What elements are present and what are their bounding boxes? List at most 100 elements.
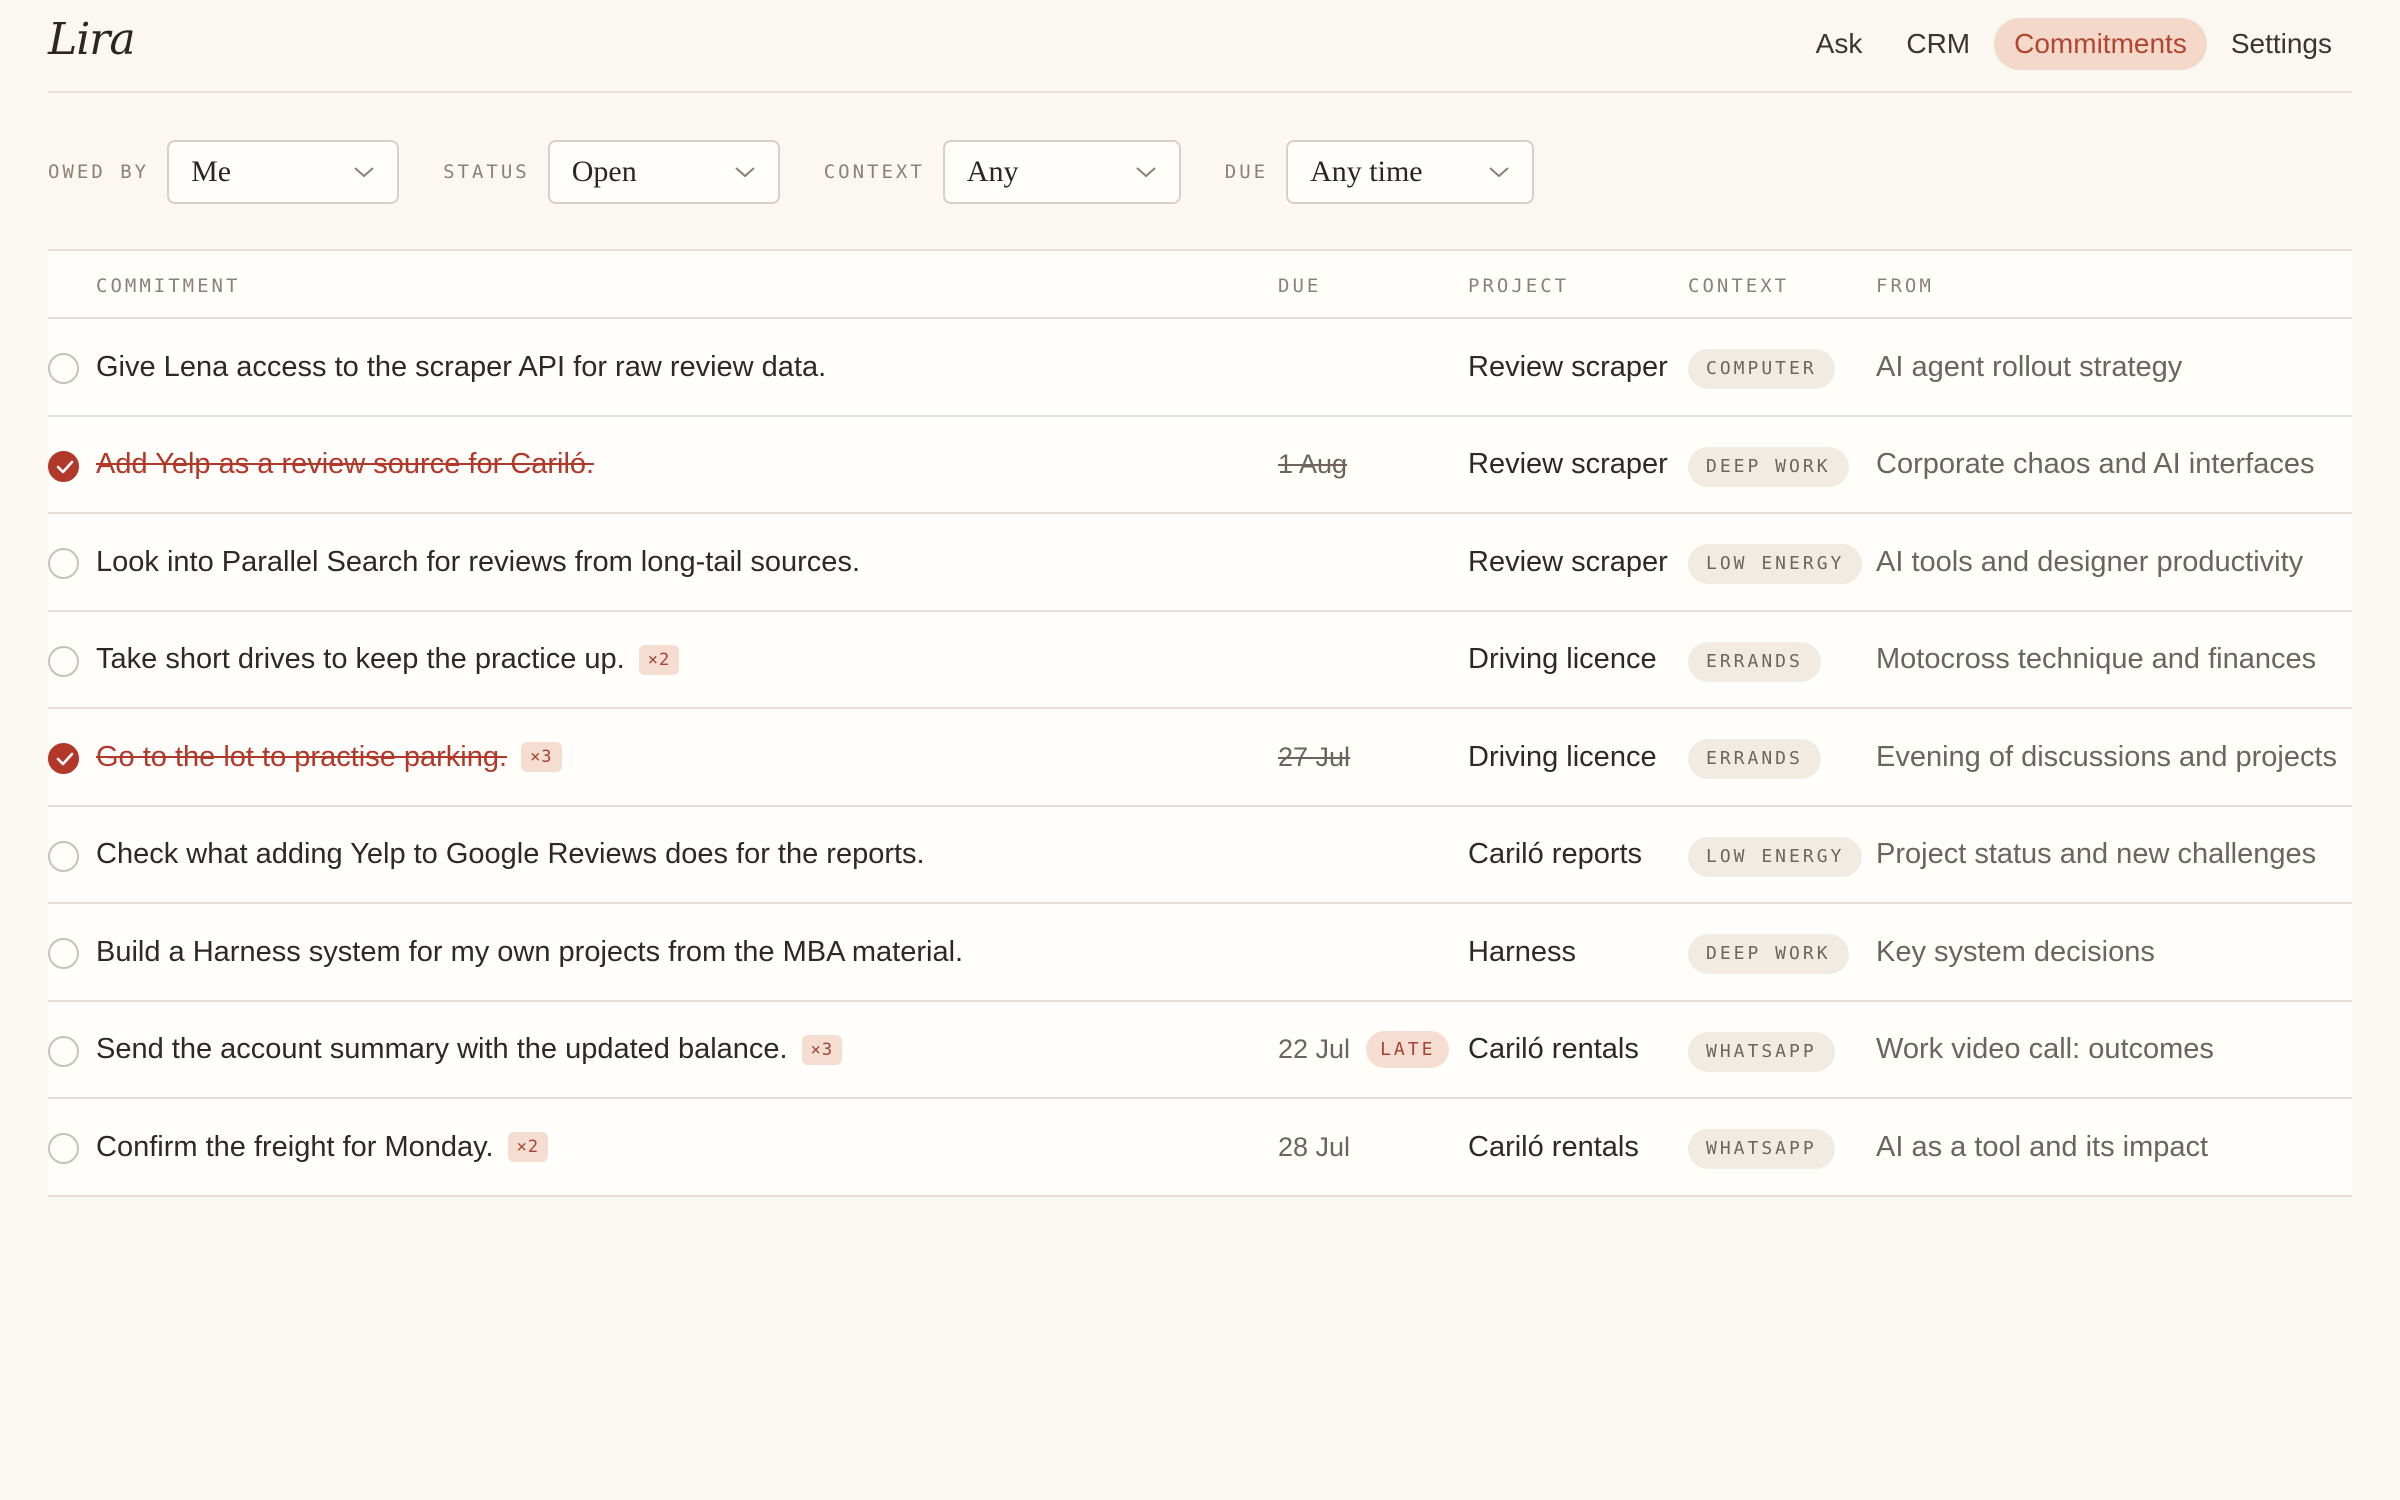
table-row[interactable]: Check what adding Yelp to Google Reviews…: [48, 807, 2352, 904]
complete-checkbox[interactable]: [48, 548, 79, 579]
table-row[interactable]: Confirm the freight for Monday. ×2 28 Ju…: [48, 1099, 2352, 1197]
complete-checkbox[interactable]: [48, 1035, 79, 1067]
commitment-text: Look into Parallel Search for reviews fr…: [96, 545, 860, 578]
complete-checkbox[interactable]: [48, 840, 79, 872]
table-row[interactable]: Take short drives to keep the practice u…: [48, 612, 2352, 709]
complete-checkbox[interactable]: [48, 1133, 79, 1164]
due-cell: 22 Jul LATE: [1278, 1002, 1450, 1098]
project-cell[interactable]: Driving licence: [1468, 709, 1657, 805]
commitment-text: Take short drives to keep the practice u…: [96, 643, 625, 675]
table-row[interactable]: Add Yelp as a review source for Cariló. …: [48, 417, 2352, 514]
filter-status-label: STATUS: [443, 161, 530, 183]
chevron-down-icon: [1489, 167, 1509, 178]
commitment-title[interactable]: Look into Parallel Search for reviews fr…: [96, 514, 860, 610]
from-cell[interactable]: AI tools and designer productivity: [1876, 514, 2303, 610]
status-value: Open: [571, 155, 637, 188]
commitment-title[interactable]: Send the account summary with the update…: [96, 1002, 843, 1098]
commitment-title[interactable]: Confirm the freight for Monday. ×2: [96, 1099, 549, 1195]
due-select[interactable]: Any time: [1286, 140, 1535, 204]
from-cell[interactable]: Project status and new challenges: [1876, 807, 2316, 903]
app-header: Lira Ask CRM Commitments Settings: [48, 0, 2352, 93]
due-cell: 27 Jul: [1278, 709, 1350, 805]
complete-checkbox[interactable]: [48, 353, 79, 384]
commitment-title[interactable]: Go to the lot to practise parking. ×3: [96, 709, 562, 805]
due-date: 27 Jul: [1278, 741, 1351, 772]
project-cell[interactable]: Cariló reports: [1468, 807, 1642, 903]
commitment-text: Build a Harness system for my own projec…: [96, 935, 964, 968]
project-cell[interactable]: Review scraper: [1468, 319, 1668, 415]
due-date: 28 Jul: [1278, 1131, 1351, 1162]
table-row[interactable]: Send the account summary with the update…: [48, 1002, 2352, 1099]
complete-checkbox[interactable]: [48, 743, 79, 774]
due-cell: 28 Jul: [1278, 1099, 1350, 1195]
late-badge: LATE: [1366, 1031, 1450, 1068]
repeat-count-badge: ×2: [638, 644, 680, 675]
from-cell[interactable]: Motocross technique and finances: [1876, 612, 2316, 708]
commitments-table: COMMITMENT DUE PROJECT CONTEXT FROM Give…: [48, 249, 2352, 1197]
complete-checkbox[interactable]: [48, 938, 79, 969]
table-body: Give Lena access to the scraper API for …: [48, 319, 2352, 1197]
nav-ask[interactable]: Ask: [1796, 18, 1883, 70]
project-cell[interactable]: Review scraper: [1468, 417, 1668, 513]
commitment-title[interactable]: Take short drives to keep the practice u…: [96, 612, 680, 708]
project-cell[interactable]: Driving licence: [1468, 612, 1657, 708]
commitment-text: Check what adding Yelp to Google Reviews…: [96, 838, 925, 870]
commitment-text: Send the account summary with the update…: [96, 1033, 788, 1065]
table-row[interactable]: Give Lena access to the scraper API for …: [48, 319, 2352, 417]
context-tag: WHATSAPP: [1688, 1031, 1835, 1072]
from-cell[interactable]: Work video call: outcomes: [1876, 1002, 2214, 1098]
filter-status: STATUS Open: [443, 140, 780, 204]
repeat-count-badge: ×3: [801, 1034, 843, 1065]
header-due[interactable]: DUE: [1278, 275, 1321, 297]
checkmark-icon: [56, 752, 74, 766]
commitment-title[interactable]: Add Yelp as a review source for Cariló.: [96, 417, 594, 513]
from-cell[interactable]: AI as a tool and its impact: [1876, 1099, 2208, 1195]
table-header: COMMITMENT DUE PROJECT CONTEXT FROM: [48, 251, 2352, 319]
context-tag: ERRANDS: [1688, 739, 1821, 779]
table-row[interactable]: Build a Harness system for my own projec…: [48, 904, 2352, 1002]
from-cell[interactable]: AI agent rollout strategy: [1876, 319, 2182, 415]
project-cell[interactable]: Cariló rentals: [1468, 1099, 1639, 1195]
chevron-down-icon: [1136, 167, 1156, 178]
owed-by-select[interactable]: Me: [167, 140, 400, 204]
header-context[interactable]: CONTEXT: [1688, 275, 1789, 297]
nav-commitments[interactable]: Commitments: [1994, 18, 2207, 70]
filter-context: CONTEXT Any: [824, 140, 1181, 204]
context-tag: WHATSAPP: [1688, 1129, 1835, 1169]
from-cell[interactable]: Key system decisions: [1876, 904, 2155, 1000]
commitment-text: Give Lena access to the scraper API for …: [96, 350, 827, 383]
filter-due: DUE Any time: [1224, 140, 1535, 204]
due-date: 22 Jul: [1278, 1034, 1351, 1064]
chevron-down-icon: [735, 167, 755, 178]
nav-crm[interactable]: CRM: [1886, 18, 1990, 70]
from-cell[interactable]: Corporate chaos and AI interfaces: [1876, 417, 2314, 513]
filter-due-label: DUE: [1224, 161, 1269, 183]
header-from[interactable]: FROM: [1876, 275, 1934, 297]
commitment-title[interactable]: Check what adding Yelp to Google Reviews…: [96, 807, 925, 903]
complete-checkbox[interactable]: [48, 645, 79, 677]
commitment-title[interactable]: Build a Harness system for my own projec…: [96, 904, 963, 1000]
context-tag: LOW ENERGY: [1688, 544, 1863, 584]
repeat-count-badge: ×2: [507, 1132, 549, 1162]
header-commitment[interactable]: COMMITMENT: [96, 275, 240, 297]
app-logo[interactable]: Lira: [48, 14, 136, 65]
status-select[interactable]: Open: [547, 140, 780, 204]
project-cell[interactable]: Cariló rentals: [1468, 1002, 1639, 1098]
owed-by-value: Me: [191, 155, 232, 188]
context-tag: COMPUTER: [1688, 349, 1835, 389]
project-cell[interactable]: Review scraper: [1468, 514, 1668, 610]
context-select[interactable]: Any: [942, 140, 1181, 204]
from-cell[interactable]: Evening of discussions and projects: [1876, 709, 2337, 805]
filter-owed-by: OWED BY Me: [48, 140, 400, 204]
filter-context-label: CONTEXT: [823, 161, 925, 183]
table-row[interactable]: Go to the lot to practise parking. ×3 27…: [48, 709, 2352, 807]
nav-settings[interactable]: Settings: [2211, 18, 2352, 70]
project-cell[interactable]: Harness: [1468, 904, 1576, 1000]
due-date: 1 Aug: [1278, 449, 1348, 479]
context-tag: DEEP WORK: [1688, 446, 1849, 487]
complete-checkbox[interactable]: [48, 450, 79, 482]
commitment-title[interactable]: Give Lena access to the scraper API for …: [96, 319, 826, 415]
checkmark-icon: [56, 460, 74, 473]
table-row[interactable]: Look into Parallel Search for reviews fr…: [48, 514, 2352, 612]
header-project[interactable]: PROJECT: [1468, 275, 1569, 297]
